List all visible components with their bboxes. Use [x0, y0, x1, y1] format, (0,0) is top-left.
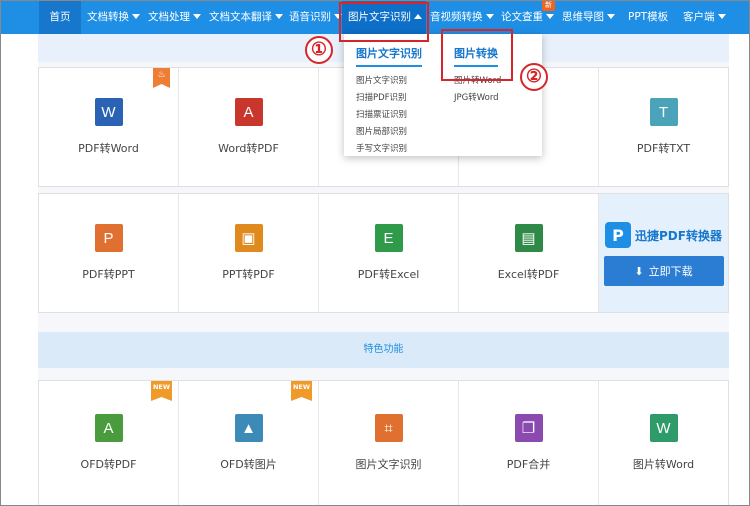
excel-pdf-icon: ▤	[514, 224, 543, 252]
tool-label: 图片转Word	[632, 458, 695, 471]
chevron-down-icon	[132, 14, 140, 19]
nav-label: 文档处理	[148, 11, 190, 23]
chevron-down-icon	[485, 14, 494, 19]
tool-pdf-to-ppt[interactable]: P PDF转PPT	[39, 194, 178, 312]
dropdown-item[interactable]: 扫描票证识别	[356, 107, 422, 124]
tool-label: OFD转PDF	[80, 458, 137, 471]
tool-grid-row3: NEW A OFD转PDF NEW ▲ OFD转图片 ⌗ 图片文字识别 ❐ PD…	[38, 380, 729, 506]
dropdown-heading[interactable]: 图片文字识别	[356, 45, 422, 67]
ppt-pdf-icon: ▣	[234, 224, 263, 252]
dropdown-heading[interactable]: 图片转换	[454, 45, 498, 67]
download-button[interactable]: ⬇ 立即下载	[603, 256, 724, 286]
dropdown-item[interactable]: 图片文字识别	[356, 73, 422, 90]
nav-label: 语音识别	[289, 11, 331, 23]
nav-doc-translate[interactable]: 文档文本翻译	[209, 0, 283, 34]
word-icon: W	[94, 98, 123, 126]
dropdown-item[interactable]: 扫描PDF识别	[356, 90, 422, 107]
tool-image-to-word[interactable]: W 图片转Word	[599, 381, 728, 505]
tool-label: PDF转PPT	[82, 268, 135, 281]
tool-word-to-pdf[interactable]: A Word转PDF	[179, 68, 318, 186]
nav-ppt-template[interactable]: PPT模板	[628, 0, 668, 34]
tool-ofd-to-image[interactable]: NEW ▲ OFD转图片	[179, 381, 318, 505]
download-label: 立即下载	[648, 265, 693, 278]
dropdown-col-convert: 图片转换 图片转Word JPG转Word	[454, 42, 501, 107]
nav-av-convert[interactable]: 音视频转换	[430, 0, 494, 34]
tool-label: PDF转Word	[78, 142, 139, 155]
promo-brand: P 迅捷PDF转换器	[605, 222, 722, 248]
new-ribbon: NEW	[151, 381, 172, 401]
nav-mindmap[interactable]: 思维导图	[562, 0, 615, 34]
annotation-number-2: ②	[520, 63, 548, 91]
app-logo-icon: P	[605, 222, 632, 248]
chevron-down-icon	[275, 14, 283, 19]
tool-pdf-to-word[interactable]: ♨ W PDF转Word	[39, 68, 178, 186]
image-icon: ▲	[234, 414, 263, 442]
excel-icon: E	[374, 224, 403, 252]
tool-grid-row2: P PDF转PPT ▣ PPT转PDF E PDF转Excel ▤ Excel转…	[38, 193, 729, 313]
nav-label: 思维导图	[562, 11, 604, 23]
ofd-pdf-icon: A	[94, 414, 123, 442]
tool-label: OFD转图片	[220, 458, 277, 471]
nav-image-ocr[interactable]: 图片文字识别	[342, 0, 426, 34]
section-title: 特色功能	[38, 332, 729, 368]
chevron-down-icon	[717, 14, 726, 19]
new-badge: 新	[542, 0, 555, 11]
top-navbar: 首页 文档转换 文档处理 文档文本翻译 语音识别 图片文字识别 音视频转换 论文…	[0, 0, 750, 34]
chevron-down-icon	[546, 14, 554, 19]
tool-label: PDF转TXT	[636, 142, 691, 155]
nav-label: 音视频转换	[430, 11, 483, 23]
nav-doc-convert[interactable]: 文档转换	[87, 0, 140, 34]
merge-icon: ❐	[514, 414, 543, 442]
chevron-up-icon	[414, 14, 422, 19]
tool-image-ocr[interactable]: ⌗ 图片文字识别	[319, 381, 458, 505]
nav-home[interactable]: 首页	[39, 0, 81, 34]
nav-label: 文档文本翻译	[209, 11, 272, 23]
annotation-number-1: ①	[305, 36, 333, 64]
tool-label: 图片文字识别	[355, 458, 422, 471]
tool-label: PPT转PDF	[222, 268, 275, 281]
txt-icon: T	[649, 98, 678, 126]
tool-label: PDF转Excel	[357, 268, 420, 281]
tool-pdf-to-txt[interactable]: T PDF转TXT	[599, 68, 728, 186]
dropdown-item[interactable]: JPG转Word	[454, 90, 501, 107]
tool-label: Excel转PDF	[497, 268, 560, 281]
chevron-down-icon	[193, 14, 201, 19]
pdf-icon: A	[234, 98, 263, 126]
word-icon: W	[649, 414, 678, 442]
tool-excel-to-pdf[interactable]: ▤ Excel转PDF	[459, 194, 598, 312]
promo-panel: P 迅捷PDF转换器 ⬇ 立即下载	[599, 194, 728, 312]
dropdown-item[interactable]: 图片局部识别	[356, 124, 422, 141]
nav-label: 客户端	[683, 11, 715, 23]
tool-pdf-to-excel[interactable]: E PDF转Excel	[319, 194, 458, 312]
ocr-icon: ⌗	[374, 414, 403, 442]
nav-speech[interactable]: 语音识别	[289, 0, 342, 34]
tool-pdf-merge[interactable]: ❐ PDF合并	[459, 381, 598, 505]
promo-brand-text: 迅捷PDF转换器	[635, 228, 722, 243]
nav-client[interactable]: 客户端	[683, 0, 726, 34]
nav-doc-process[interactable]: 文档处理	[148, 0, 201, 34]
new-ribbon: NEW	[291, 381, 312, 401]
dropdown-item[interactable]: 手写文字识别	[356, 141, 422, 158]
chevron-down-icon	[334, 14, 342, 19]
dropdown-col-ocr: 图片文字识别 图片文字识别 扫描PDF识别 扫描票证识别 图片局部识别 手写文字…	[356, 42, 422, 158]
tool-label: Word转PDF	[218, 142, 279, 155]
chevron-down-icon	[607, 14, 615, 19]
nav-label: 论文查重	[501, 11, 543, 23]
download-icon: ⬇	[634, 264, 644, 278]
fire-icon: ♨	[153, 68, 170, 88]
nav-label: 图片文字识别	[348, 11, 411, 23]
tool-label: PDF合并	[506, 458, 551, 471]
nav-label: 文档转换	[87, 11, 129, 23]
ppt-icon: P	[94, 224, 123, 252]
tool-ppt-to-pdf[interactable]: ▣ PPT转PDF	[179, 194, 318, 312]
tool-ofd-to-pdf[interactable]: NEW A OFD转PDF	[39, 381, 178, 505]
image-ocr-dropdown: 图片文字识别 图片文字识别 扫描PDF识别 扫描票证识别 图片局部识别 手写文字…	[344, 34, 542, 156]
dropdown-item[interactable]: 图片转Word	[454, 73, 501, 90]
